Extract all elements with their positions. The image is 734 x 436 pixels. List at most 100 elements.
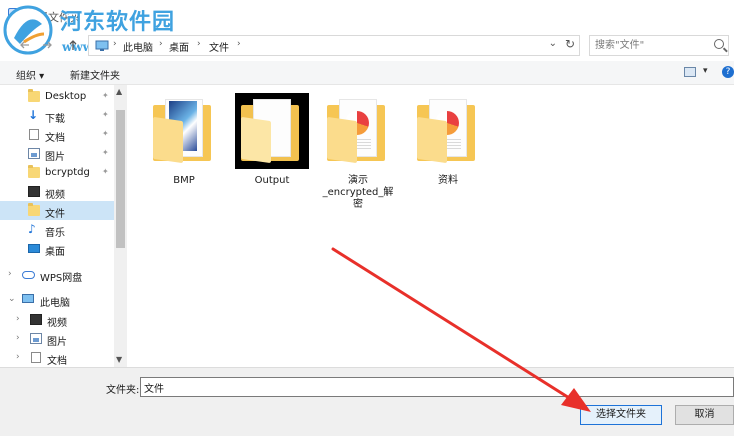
view-mode-icon[interactable] bbox=[684, 67, 696, 77]
breadcrumb-separator: › bbox=[159, 39, 163, 49]
sidebar-item-label: bcryptdg bbox=[45, 167, 90, 178]
computer-icon bbox=[95, 40, 109, 51]
navigation-pane: Desktop ✦ ↓ 下载 ✦ 文档 ✦ 图片 ✦ bcryptdg ✦ 视频… bbox=[0, 85, 127, 367]
watermark-site-name: 河东软件园 bbox=[60, 9, 176, 35]
refresh-icon[interactable]: ↻ bbox=[565, 37, 575, 51]
select-folder-button[interactable]: 选择文件夹 bbox=[580, 405, 662, 425]
sidebar-item-label: 视频 bbox=[47, 318, 67, 329]
chevron-right-icon[interactable]: › bbox=[16, 314, 20, 324]
folder-field[interactable] bbox=[140, 377, 734, 397]
address-bar[interactable]: › 此电脑 › 桌面 › 文件 › ⌄ ↻ bbox=[88, 35, 580, 56]
help-icon[interactable]: ? bbox=[722, 66, 734, 78]
folder-name: 资料 bbox=[438, 175, 458, 186]
breadcrumb-files[interactable]: 文件 bbox=[209, 39, 229, 54]
up-button[interactable] bbox=[66, 39, 80, 53]
pin-icon: ✦ bbox=[102, 91, 109, 100]
sidebar-item-label: Desktop bbox=[45, 91, 87, 102]
sidebar-item-label: 文档 bbox=[45, 133, 65, 144]
chevron-right-icon[interactable]: › bbox=[16, 352, 20, 362]
chevron-down-icon[interactable]: ⌄ bbox=[8, 294, 16, 304]
search-box[interactable] bbox=[589, 35, 729, 56]
folder-item-materials[interactable]: 资料 bbox=[408, 93, 488, 203]
sidebar-item-bcryptdg[interactable]: bcryptdg ✦ bbox=[0, 163, 114, 182]
arrow-right-icon bbox=[43, 41, 52, 49]
pin-icon: ✦ bbox=[102, 129, 109, 138]
arrow-up-icon bbox=[69, 40, 77, 50]
view-dropdown-icon[interactable]: ▾ bbox=[703, 66, 708, 76]
sidebar-item-pc-documents[interactable]: › 文档 bbox=[0, 348, 114, 367]
folder-document-icon bbox=[321, 93, 395, 169]
music-icon: ♪ bbox=[28, 222, 36, 236]
sidebar-item-label: 视频 bbox=[45, 190, 65, 201]
folder-name: 演示_encrypted_解密 bbox=[322, 175, 394, 210]
pin-icon: ✦ bbox=[102, 110, 109, 119]
dialog-footer: 文件夹: 选择文件夹 取消 bbox=[0, 367, 734, 436]
sidebar-item-files[interactable]: 文件 bbox=[0, 201, 114, 220]
breadcrumb-desktop[interactable]: 桌面 bbox=[169, 39, 189, 54]
scroll-down-icon[interactable]: ▼ bbox=[116, 355, 122, 364]
folder-name: BMP bbox=[173, 175, 195, 186]
document-icon bbox=[31, 352, 41, 363]
forward-button[interactable] bbox=[40, 39, 54, 53]
scroll-up-icon[interactable]: ▲ bbox=[116, 87, 122, 96]
toolbar: 组织 ▾ 新建文件夹 ▾ ? bbox=[0, 61, 734, 85]
folder-icon bbox=[28, 203, 40, 216]
download-icon: ↓ bbox=[28, 108, 39, 122]
file-list: BMP Output 演示_encrypted_解密 资料 bbox=[128, 85, 734, 367]
folder-item-bmp[interactable]: BMP bbox=[144, 93, 224, 203]
sidebar-item-label: 文件 bbox=[45, 209, 65, 220]
sidebar-item-label: WPS网盘 bbox=[40, 273, 83, 284]
sidebar-item-this-pc[interactable]: ⌄ 此电脑 bbox=[0, 290, 114, 309]
desktop-icon bbox=[28, 244, 40, 253]
sidebar-item-pc-videos[interactable]: › 视频 bbox=[0, 310, 114, 329]
back-button[interactable] bbox=[18, 39, 32, 53]
sidebar-item-videos[interactable]: 视频 bbox=[0, 182, 114, 201]
arrow-left-icon bbox=[20, 41, 29, 49]
new-folder-button[interactable]: 新建文件夹 bbox=[70, 67, 120, 82]
folder-image-icon bbox=[147, 93, 221, 169]
organize-button[interactable]: 组织 ▾ bbox=[16, 67, 44, 82]
chevron-right-icon[interactable]: › bbox=[8, 269, 12, 279]
sidebar-item-label: 图片 bbox=[47, 337, 67, 348]
sidebar-item-label: 桌面 bbox=[45, 247, 65, 258]
folder-field-label: 文件夹: bbox=[106, 385, 140, 396]
video-icon bbox=[30, 314, 42, 325]
sidebar-item-label: 下载 bbox=[45, 114, 65, 125]
sidebar-item-desktop[interactable]: Desktop ✦ bbox=[0, 87, 114, 106]
sidebar-item-label: 音乐 bbox=[45, 228, 65, 239]
video-icon bbox=[28, 186, 40, 197]
breadcrumb-separator: › bbox=[197, 39, 201, 49]
sidebar-item-desktop-cn[interactable]: 桌面 bbox=[0, 239, 114, 258]
pin-icon: ✦ bbox=[102, 167, 109, 176]
sidebar-item-downloads[interactable]: ↓ 下载 ✦ bbox=[0, 106, 114, 125]
address-history-dropdown[interactable]: ⌄ bbox=[549, 38, 557, 49]
breadcrumb-this-pc[interactable]: 此电脑 bbox=[123, 39, 153, 54]
computer-icon bbox=[22, 294, 34, 303]
sidebar-item-pictures[interactable]: 图片 ✦ bbox=[0, 144, 114, 163]
sidebar-item-label: 文档 bbox=[47, 356, 67, 367]
folder-icon bbox=[28, 165, 40, 178]
cancel-button[interactable]: 取消 bbox=[675, 405, 734, 425]
sidebar-item-pc-pictures[interactable]: › 图片 bbox=[0, 329, 114, 348]
sidebar-item-label: 此电脑 bbox=[40, 298, 70, 309]
picture-icon bbox=[30, 333, 42, 344]
search-input[interactable] bbox=[590, 36, 710, 55]
breadcrumb-separator: › bbox=[237, 39, 241, 49]
document-icon bbox=[29, 129, 39, 140]
sidebar-item-label: 图片 bbox=[45, 152, 65, 163]
chevron-right-icon[interactable]: › bbox=[16, 333, 20, 343]
sidebar-item-documents[interactable]: 文档 ✦ bbox=[0, 125, 114, 144]
sidebar-scrollbar[interactable]: ▲ ▼ bbox=[114, 85, 127, 367]
picture-icon bbox=[28, 148, 40, 159]
scrollbar-thumb[interactable] bbox=[116, 110, 125, 248]
search-icon[interactable] bbox=[714, 39, 724, 49]
folder-icon bbox=[28, 89, 40, 102]
folder-icon bbox=[235, 93, 309, 169]
sidebar-item-music[interactable]: ♪ 音乐 bbox=[0, 220, 114, 239]
folder-document-icon bbox=[411, 93, 485, 169]
pin-icon: ✦ bbox=[102, 148, 109, 157]
sidebar-item-wps-drive[interactable]: › WPS网盘 bbox=[0, 265, 114, 284]
cloud-icon bbox=[22, 271, 35, 279]
folder-item-output[interactable]: Output bbox=[232, 93, 312, 203]
folder-item-demo-encrypted[interactable]: 演示_encrypted_解密 bbox=[318, 93, 398, 210]
